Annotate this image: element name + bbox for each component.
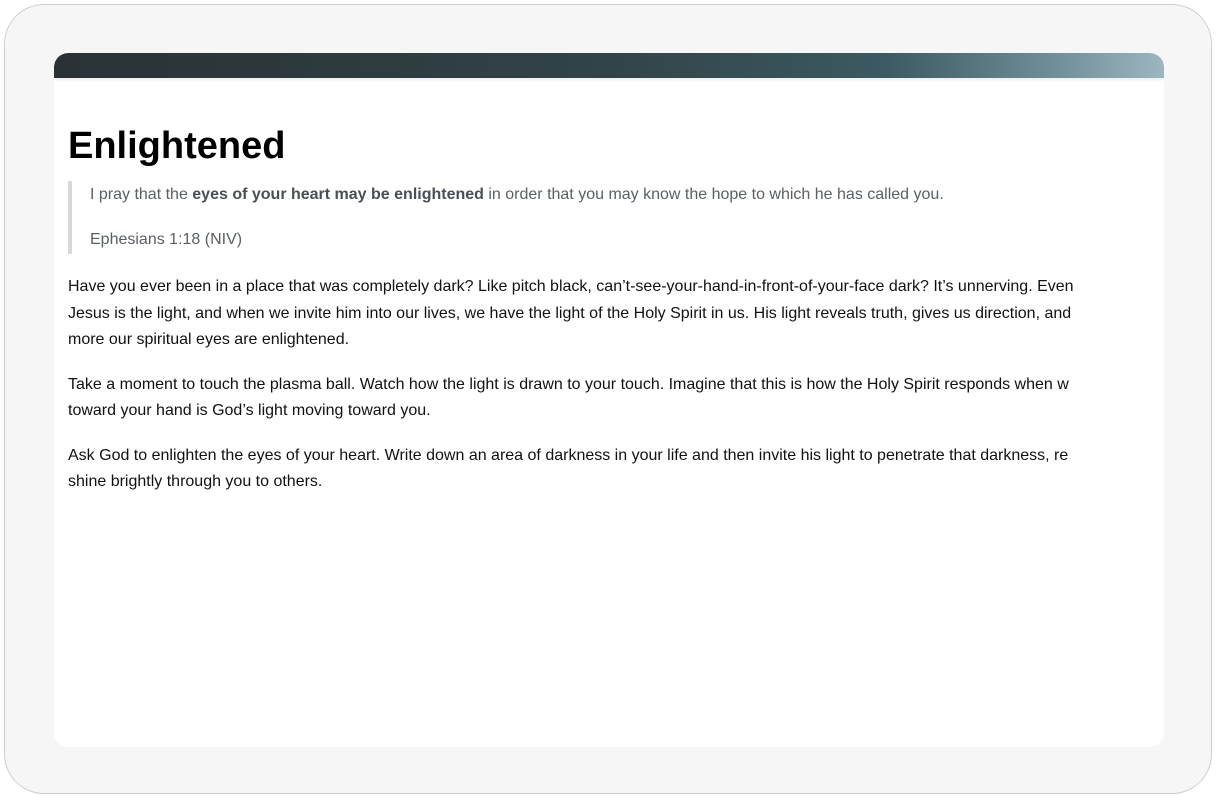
paragraph-line: Ask God to enlighten the eyes of your he… [68, 446, 1069, 464]
quote-text-before: I pray that the [90, 186, 193, 203]
device-frame: Enlightened I pray that the eyes of your… [4, 4, 1212, 794]
paragraph-line: shine brightly through you to others. [68, 473, 323, 490]
paragraph-line: toward your hand is God’s light moving t… [68, 402, 431, 419]
quote-text-after: in order that you may know the hope to w… [483, 186, 944, 203]
paragraph-prayer: Ask God to enlighten the eyes of your he… [68, 443, 1164, 496]
header-banner-image [54, 53, 1164, 78]
scripture-blockquote: I pray that the eyes of your heart may b… [68, 181, 1164, 254]
content-screen: Enlightened I pray that the eyes of your… [54, 53, 1164, 747]
page-title: Enlightened [68, 125, 286, 167]
paragraph-plasma-ball: Take a moment to touch the plasma ball. … [68, 372, 1164, 425]
paragraph-line: more our spiritual eyes are enlightened. [68, 331, 350, 348]
paragraph-line: Have you ever been in a place that was c… [68, 278, 1074, 295]
paragraph-line: Take a moment to touch the plasma ball. … [68, 375, 1069, 393]
article: Enlightened I pray that the eyes of your… [68, 123, 1164, 496]
paragraph-darkness: Have you ever been in a place that was c… [68, 274, 1164, 354]
quote-text-bold: eyes of your heart may be enlightened [192, 186, 484, 203]
paragraph-line: Jesus is the light, and when we invite h… [68, 304, 1072, 322]
quote-text: I pray that the eyes of your heart may b… [90, 181, 1164, 207]
quote-reference: Ephesians 1:18 (NIV) [90, 231, 243, 248]
